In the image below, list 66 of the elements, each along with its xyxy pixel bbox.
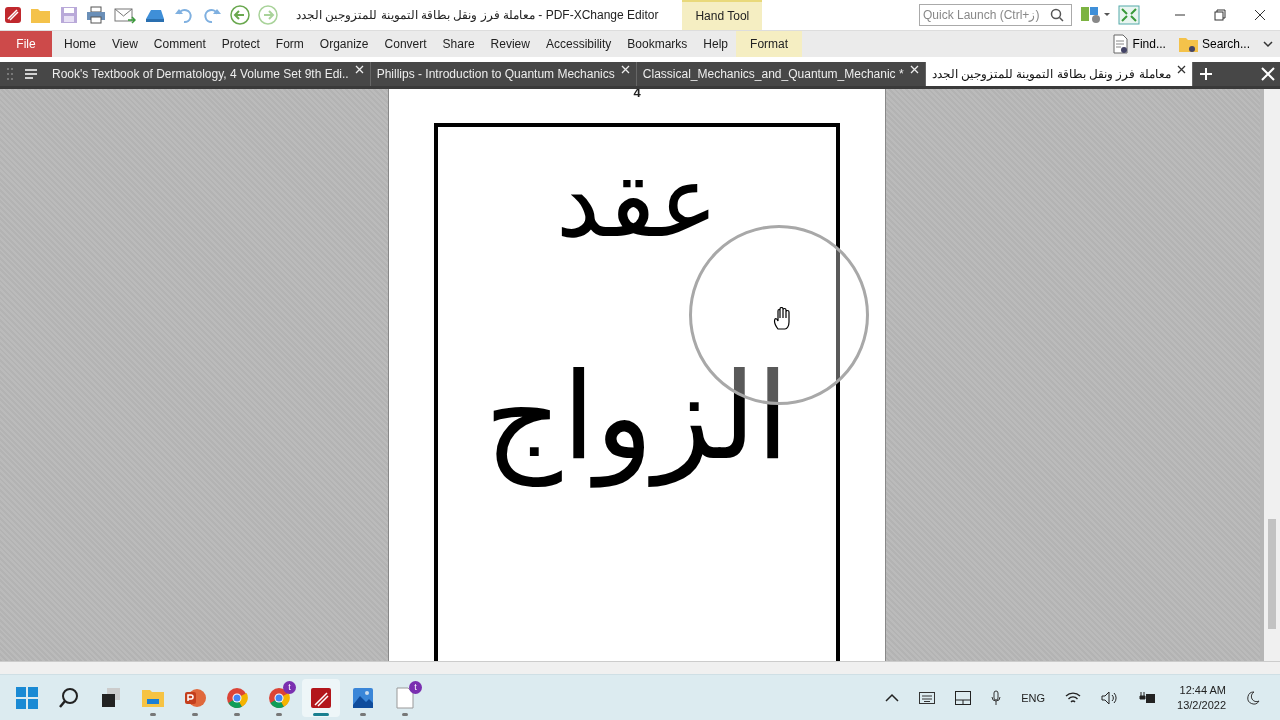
menu-item[interactable]: Accessibility bbox=[537, 31, 620, 57]
close-icon[interactable] bbox=[1254, 9, 1266, 21]
taskbar-app[interactable]: t bbox=[260, 678, 298, 717]
back-icon[interactable] bbox=[230, 5, 250, 25]
restore-icon[interactable] bbox=[1214, 9, 1226, 21]
moon-icon[interactable] bbox=[1246, 690, 1260, 705]
clock-time[interactable]: 12:44 AM bbox=[1179, 682, 1226, 698]
menu-item[interactable]: Form bbox=[267, 31, 312, 57]
menu-item[interactable]: Home bbox=[56, 31, 104, 57]
language-indicator[interactable]: ENG bbox=[1021, 691, 1046, 704]
arabic-heading: الزواج bbox=[484, 346, 790, 490]
menu-item[interactable]: Protect bbox=[213, 31, 268, 57]
avatar-badge: t bbox=[409, 680, 422, 694]
avatar-badge: t bbox=[283, 680, 296, 694]
add-tab-icon[interactable] bbox=[1198, 67, 1213, 81]
document-icon bbox=[1110, 34, 1131, 54]
chevron-down-icon[interactable] bbox=[1262, 38, 1274, 50]
document-tab[interactable]: Phillips - Introduction to Quantum Mechanics bbox=[370, 62, 637, 86]
task-view-icon bbox=[100, 686, 122, 709]
menu-item[interactable]: Bookmarks bbox=[619, 31, 696, 57]
search-icon bbox=[58, 686, 80, 709]
vertical-scrollbar[interactable] bbox=[1264, 89, 1280, 661]
settings-icon[interactable] bbox=[1080, 5, 1110, 25]
email-icon[interactable] bbox=[114, 6, 136, 24]
browser-icon bbox=[268, 686, 290, 709]
search-button[interactable]: Search... bbox=[1171, 34, 1256, 54]
browser-icon bbox=[226, 686, 248, 709]
find-button[interactable]: Find... bbox=[1104, 34, 1172, 54]
arabic-heading: عقد bbox=[555, 142, 719, 262]
grip-icon[interactable] bbox=[6, 67, 14, 81]
menu-item[interactable]: Review bbox=[482, 31, 538, 57]
menu-item[interactable]: Convert bbox=[376, 31, 435, 57]
keyboard-icon[interactable] bbox=[919, 691, 936, 704]
app-logo-icon[interactable] bbox=[4, 6, 22, 24]
document-icon bbox=[396, 686, 414, 709]
tab-list-icon[interactable] bbox=[24, 68, 38, 80]
windows-icon bbox=[16, 686, 38, 709]
menu-item[interactable]: Comment bbox=[145, 31, 214, 57]
close-icon[interactable] bbox=[1176, 65, 1186, 74]
taskbar-app[interactable] bbox=[302, 678, 340, 717]
microphone-icon[interactable] bbox=[991, 689, 1002, 706]
window-title: معاملة فرز ونقل بطاقة التموينة للمتزوجين الجدد - PDF-XChange Editor bbox=[296, 8, 659, 22]
print-icon[interactable] bbox=[86, 6, 106, 24]
document-tab[interactable]: Classical_Mechanics_and_Quantum_Mechanic * bbox=[636, 62, 926, 86]
menu-item[interactable]: Organize bbox=[311, 31, 377, 57]
volume-icon[interactable] bbox=[1101, 690, 1120, 705]
context-tab-label: Hand Tool bbox=[682, 0, 763, 30]
chevron-up-icon[interactable] bbox=[885, 692, 900, 703]
menu-item[interactable]: View bbox=[104, 31, 146, 57]
photos-icon bbox=[352, 686, 374, 709]
pdf-app-icon bbox=[310, 686, 332, 709]
wifi-icon[interactable] bbox=[1065, 690, 1082, 705]
presentation-app-icon bbox=[184, 686, 206, 709]
quick-launch-field[interactable]: Quick Launch (Ctrl+ز) bbox=[919, 4, 1072, 26]
touchpad-icon[interactable] bbox=[955, 690, 972, 705]
battery-icon[interactable] bbox=[1139, 690, 1158, 705]
menu-item[interactable]: Help bbox=[695, 31, 737, 57]
horizontal-scrollbar[interactable] bbox=[0, 661, 1280, 674]
document-tab[interactable]: Rook's Textbook of Dermatology, 4 Volume Set 9th Edi.. bbox=[46, 62, 371, 86]
menu-item[interactable]: Share bbox=[434, 31, 483, 57]
search-icon bbox=[1050, 8, 1064, 22]
fullscreen-icon[interactable] bbox=[1118, 5, 1140, 25]
clock-date[interactable]: 13/2/2022 bbox=[1177, 697, 1226, 713]
file-menu[interactable]: File bbox=[0, 31, 52, 57]
taskbar-app[interactable]: t bbox=[386, 678, 424, 717]
document-tab[interactable]: معاملة فرز ونقل بطاقة التموينة للمتزوجين الجدد bbox=[925, 62, 1193, 86]
